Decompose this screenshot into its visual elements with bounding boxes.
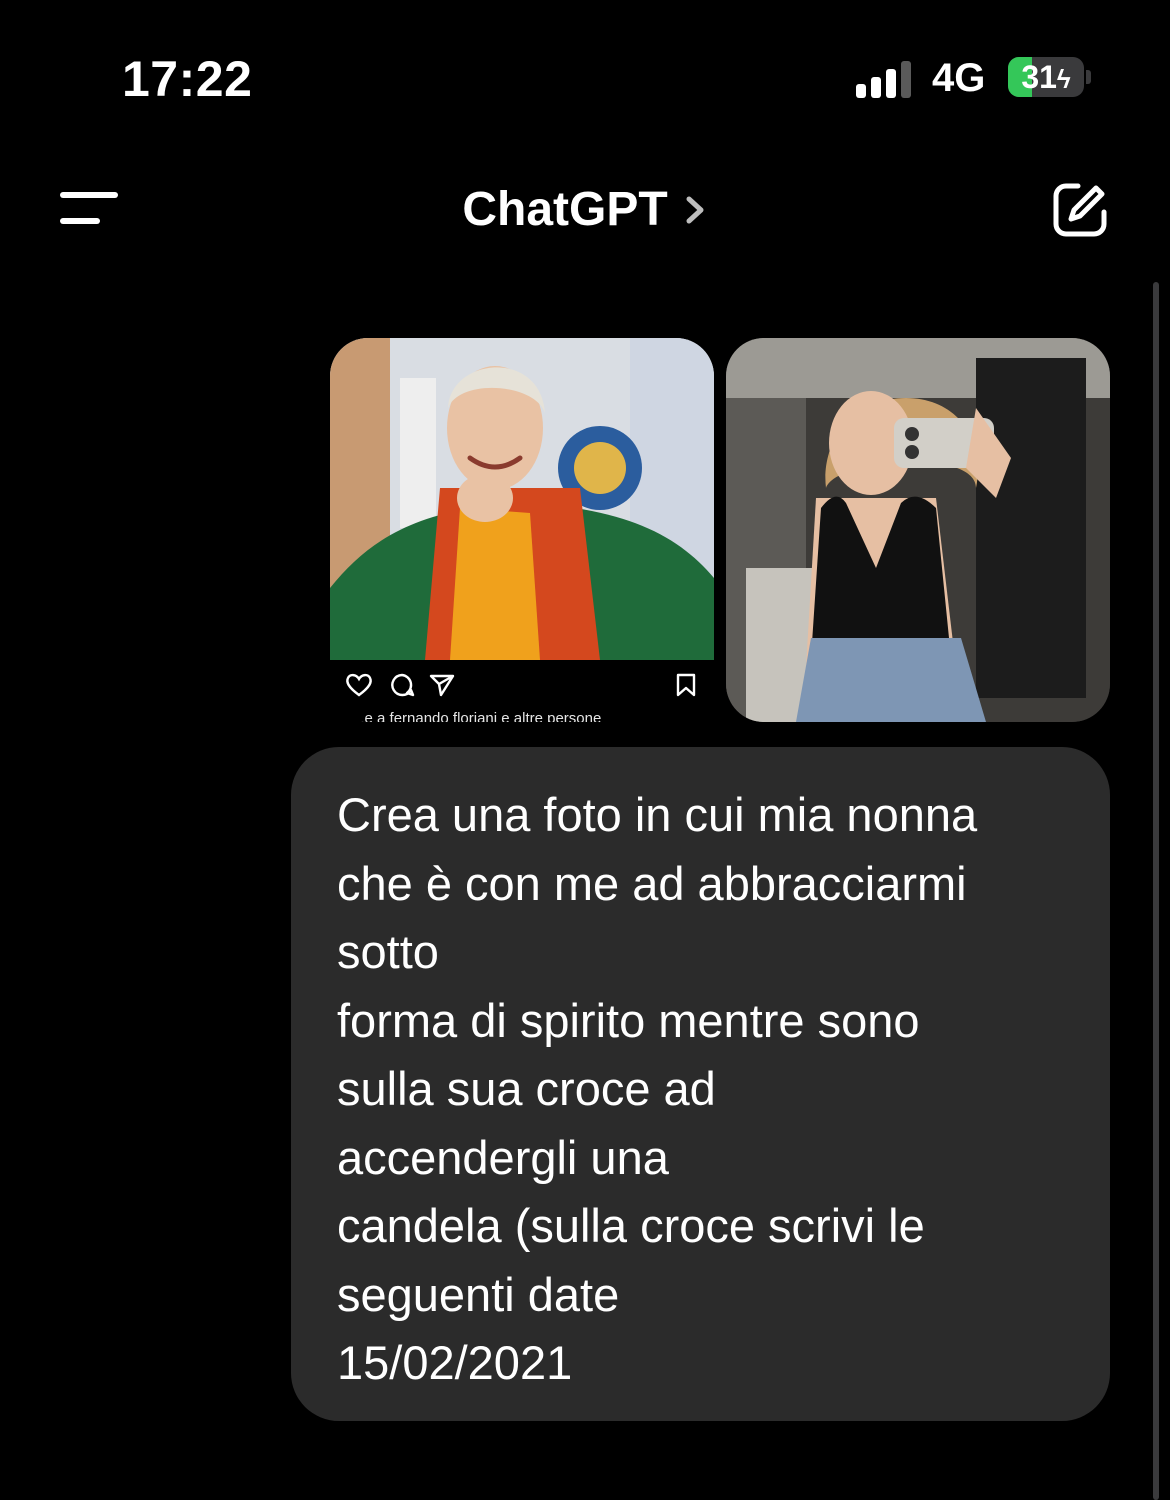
header: ChatGPT [0, 160, 1170, 260]
instagram-caption: ...e a fernando floriani e altre persone [352, 710, 602, 722]
cellular-signal-icon [856, 58, 916, 98]
network-type: 4G [932, 56, 986, 100]
message-line: seguenti date [337, 1267, 620, 1321]
scrollbar[interactable] [1153, 282, 1159, 1500]
message-line: sotto [337, 925, 439, 978]
charging-bolt-icon: ϟ [1056, 64, 1071, 94]
user-message-bubble[interactable]: Crea una foto in cui mia nonna che è con… [291, 747, 1110, 1421]
grandmother-photo [330, 338, 714, 722]
message-line: candela (sulla croce scrivi le [337, 1199, 925, 1252]
comment-icon [391, 673, 415, 697]
signal-bar [856, 84, 866, 98]
signal-bar [886, 69, 896, 98]
message-line: che è con me ad abbracciarmi [337, 856, 967, 910]
compose-icon[interactable] [1050, 180, 1110, 240]
status-time: 17:22 [122, 51, 253, 107]
message-line: sulla sua croce ad [337, 1062, 716, 1115]
menu-line [60, 218, 100, 224]
attachment-image-grandmother[interactable]: ...e a fernando floriani e altre persone [330, 338, 714, 722]
message-line: accendergli una [337, 1130, 669, 1184]
menu-icon[interactable] [60, 188, 120, 228]
battery-cap [1086, 70, 1091, 84]
share-icon [429, 674, 455, 697]
battery-label: 31 [1021, 59, 1057, 95]
bookmark-icon [676, 673, 696, 697]
message-line: Crea una foto in cui mia nonna [337, 788, 978, 841]
chevron-right-icon [686, 196, 704, 224]
menu-line [60, 192, 118, 198]
message-line: forma di spirito mentre sono [337, 993, 920, 1047]
page-title: ChatGPT [462, 183, 668, 236]
battery-icon: 31ϟ [1008, 57, 1084, 97]
model-selector[interactable]: ChatGPT [430, 180, 740, 240]
signal-bar [901, 61, 911, 98]
status-bar: 17:22 4G 31ϟ [0, 0, 1170, 150]
heart-icon [346, 673, 372, 697]
selfie-photo [726, 338, 1110, 722]
signal-bar [871, 77, 881, 98]
battery-percent: 31ϟ [1008, 57, 1084, 97]
attachment-image-selfie[interactable] [726, 338, 1110, 722]
message-line: 15/02/2021 [337, 1336, 573, 1389]
